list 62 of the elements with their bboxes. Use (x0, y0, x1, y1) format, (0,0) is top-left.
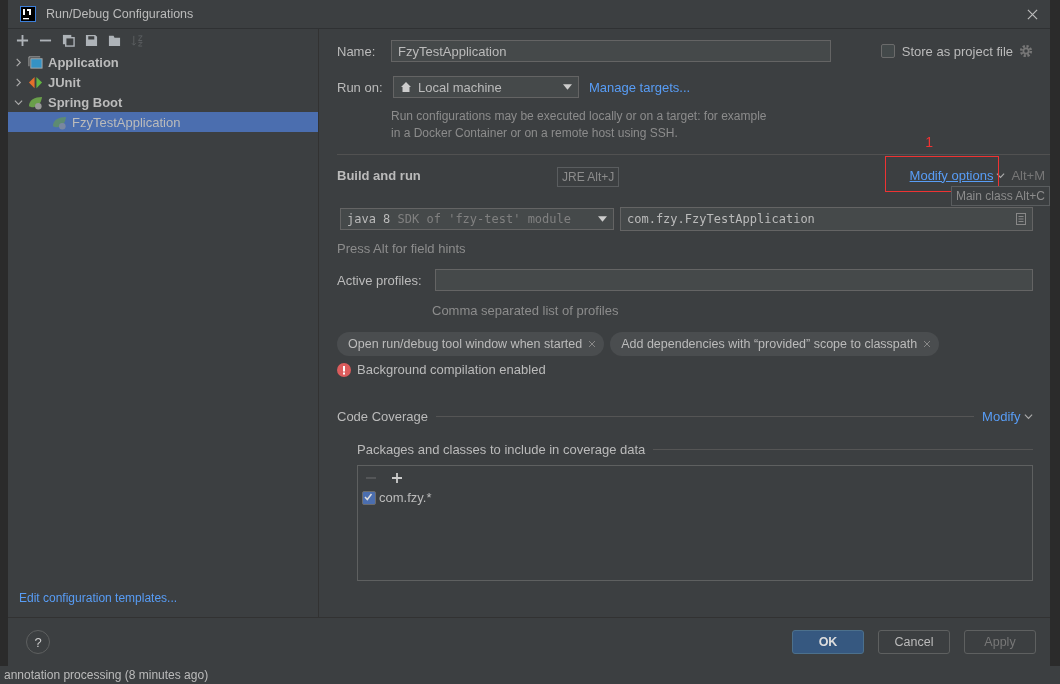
description-text: Run configurations may be executed locally or on a target: for example in a Docker Container or on a remote host using SSH. (391, 108, 768, 142)
tree-item[interactable]: FzyTestApplication (8, 112, 318, 132)
spring-leaf-icon (52, 114, 67, 130)
dropdown-arrow-icon (598, 216, 607, 222)
tooltip: Main class Alt+C (950, 186, 1050, 206)
chevron-down-icon[interactable] (14, 97, 23, 107)
app-logo-icon (20, 6, 36, 22)
tooltip: JRE Alt+J (557, 167, 620, 187)
error-icon (337, 362, 351, 377)
subsection-title: Packages and classes to include in coverage data (357, 442, 646, 457)
run-on-dropdown[interactable]: Local machine (393, 76, 579, 98)
chevron-down-icon (996, 170, 1006, 180)
gear-icon[interactable] (1019, 44, 1033, 58)
jre-dropdown[interactable]: java 8 SDK of 'fzy-test' module (340, 208, 614, 230)
manage-targets-link[interactable]: Manage targets... (589, 79, 691, 95)
main-class-field[interactable]: com.fzy.FzyTestApplication (620, 207, 1033, 231)
add-icon[interactable] (16, 34, 29, 47)
shortcut-text: Alt+M (1011, 167, 1045, 183)
run-on-label: Run on: (337, 79, 383, 95)
option-chip[interactable]: Open run/debug tool window when started (337, 332, 605, 356)
name-label: Name: (337, 43, 377, 59)
save-icon[interactable] (85, 34, 98, 47)
checkbox[interactable] (362, 490, 376, 505)
junit-icon (28, 74, 43, 90)
modify-link[interactable]: Modify (982, 409, 1033, 424)
window-title: Run/Debug Configurations (46, 7, 194, 21)
dropdown-arrow-icon (563, 84, 572, 90)
option-chip[interactable]: Add dependencies with “provided” scope to classpath (610, 332, 940, 356)
help-button[interactable]: ? (26, 630, 50, 654)
tree-item[interactable]: JUnit (48, 74, 81, 90)
help-text: Comma separated list of profiles (432, 303, 620, 318)
chevron-right-icon[interactable] (14, 57, 23, 67)
checkbox-label: Store as project file (901, 43, 1013, 59)
close-icon[interactable] (588, 340, 597, 348)
section-title: Build and run (337, 167, 421, 183)
tree-item[interactable]: Spring Boot (48, 94, 123, 110)
status-bar-text: annotation processing (8 minutes ago) (0, 666, 1060, 684)
tree-item[interactable]: Application (48, 54, 119, 70)
edit-templates-link[interactable]: Edit configuration templates... (8, 591, 318, 617)
active-profiles-field[interactable] (435, 269, 1033, 291)
active-profiles-label: Active profiles: (337, 272, 423, 288)
dialog-button[interactable]: OK (792, 630, 864, 654)
close-icon[interactable] (1027, 8, 1038, 20)
copy-icon[interactable] (62, 34, 75, 47)
modify-options-link[interactable]: Modify options (909, 167, 1006, 183)
package-item: com.fzy.* (379, 490, 432, 505)
add-icon[interactable] (391, 472, 403, 484)
annotation-number: 1 (925, 134, 933, 150)
name-field[interactable]: FzyTestApplication (391, 40, 831, 62)
hint-text: Press Alt for field hints (337, 241, 467, 256)
dialog-button[interactable]: Cancel (878, 630, 950, 654)
warning-text: Background compilation enabled (357, 362, 546, 377)
document-icon[interactable] (1016, 213, 1026, 225)
spring-leaf-icon (28, 94, 43, 110)
chevron-down-icon (1024, 412, 1033, 421)
chevron-right-icon[interactable] (14, 77, 23, 87)
checkbox[interactable] (880, 44, 895, 58)
section-title: Code Coverage (337, 409, 429, 424)
window-icon (28, 54, 43, 70)
home-icon (400, 81, 412, 93)
folder-icon[interactable] (108, 34, 121, 47)
close-icon[interactable] (923, 340, 932, 348)
